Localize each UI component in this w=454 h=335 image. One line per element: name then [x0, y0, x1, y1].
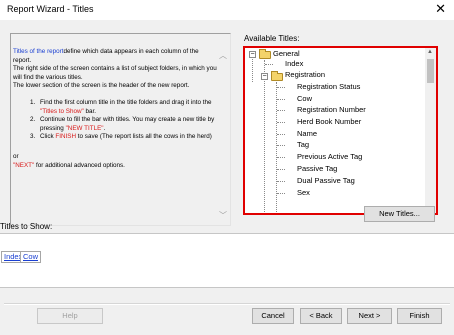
tree-scrollbar[interactable]: ▲ ▼ [425, 48, 436, 213]
help-button[interactable]: Help [37, 308, 103, 324]
instructions-panel: Titles of the reportdefine which data ap… [10, 33, 231, 226]
instr-step-1: Find the first column title in the title… [37, 99, 217, 116]
close-icon[interactable]: ✕ [435, 1, 446, 17]
folder-open-icon [271, 71, 283, 81]
instr-p3: The lower section of the screen is the h… [13, 82, 190, 90]
collapse-registration-icon[interactable]: − [261, 73, 268, 80]
instr-or: or [13, 152, 19, 160]
new-titles-button[interactable]: New Titles... [364, 206, 435, 222]
instr-p2: The right side of the screen contains a … [13, 65, 217, 81]
tree-item[interactable]: Dual Passive Tag [297, 176, 355, 185]
next-button[interactable]: Next > [347, 308, 392, 324]
instr-next: "NEXT" for additional advanced options. [13, 161, 125, 169]
titles-to-show-label: Titles to Show: [0, 222, 53, 231]
title-chip-cow[interactable]: Cow [20, 251, 42, 263]
tree-item[interactable]: Herd Book Number [297, 117, 361, 126]
dialog-client: Titles of the reportdefine which data ap… [0, 20, 454, 335]
back-button[interactable]: < Back [300, 308, 342, 324]
titles-to-show-bar[interactable]: Index Cow [0, 233, 454, 288]
tree-item[interactable]: Sex [297, 188, 310, 197]
instructions-scrollbar[interactable]: ︿ ﹀ [217, 38, 228, 223]
tree-node-general[interactable]: General [273, 49, 300, 58]
scroll-thumb[interactable] [427, 59, 434, 83]
tree-item[interactable]: Previous Active Tag [297, 152, 362, 161]
chevron-up-icon: ︿ [219, 51, 227, 60]
instr-step-2: Continue to fill the bar with titles. Yo… [37, 116, 217, 133]
finish-button[interactable]: Finish [397, 308, 442, 324]
footer-divider [4, 303, 450, 305]
scroll-up-icon[interactable]: ▲ [427, 49, 433, 55]
instr-step-3: Click FINISH to save (The report lists a… [37, 133, 217, 142]
chevron-down-icon: ﹀ [219, 211, 227, 220]
tree-item[interactable]: Registration Number [297, 105, 366, 114]
available-titles-label: Available Titles: [244, 34, 300, 43]
window-title: Report Wizard - Titles [7, 4, 94, 14]
tree-node-registration[interactable]: Registration [285, 70, 325, 79]
tree-item[interactable]: Cow [297, 94, 312, 103]
tree-item[interactable]: Tag [297, 140, 309, 149]
tree-item-index[interactable]: Index [285, 59, 303, 68]
available-titles-tree[interactable]: − General Index − Registration Registrat… [243, 46, 438, 215]
collapse-general-icon[interactable]: − [249, 51, 256, 58]
tree-item[interactable]: Passive Tag [297, 164, 337, 173]
cancel-button[interactable]: Cancel [252, 308, 294, 324]
tree-item[interactable]: Name [297, 129, 317, 138]
folder-open-icon [259, 49, 271, 59]
title-bar: Report Wizard - Titles ✕ [0, 0, 454, 20]
tree-item[interactable]: Registration Status [297, 82, 360, 91]
instructions-text: Titles of the reportdefine which data ap… [13, 48, 217, 170]
instr-steps: Find the first column title in the title… [13, 99, 217, 142]
instr-lead-emph: Titles of the report [13, 48, 64, 55]
